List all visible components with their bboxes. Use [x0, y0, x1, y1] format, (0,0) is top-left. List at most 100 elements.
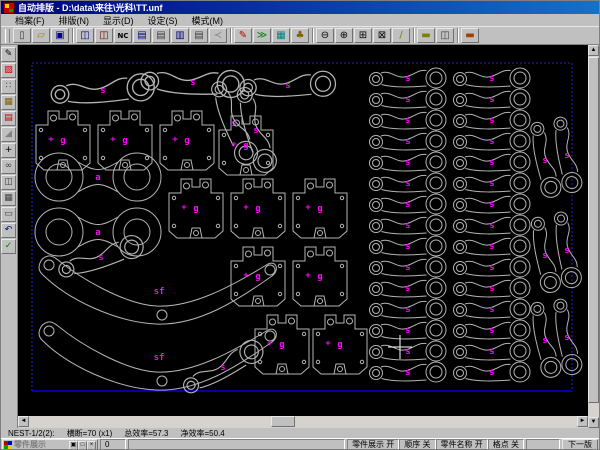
blank-sheet-button[interactable]: ▭ [1, 207, 16, 222]
toolbar-separator [70, 28, 76, 43]
machine-button[interactable]: ♣ [291, 28, 309, 43]
title-bar[interactable]: 自动排版 - D:\data\来往\光科\TT.unf [1, 1, 599, 14]
part-label: s [564, 246, 569, 256]
part-label: s [489, 305, 494, 315]
part-label: s [542, 336, 547, 346]
menu-item-S[interactable]: 设定(S) [141, 14, 185, 27]
menu-item-D[interactable]: 显示(D) [96, 14, 141, 27]
part-origin-mark: + [48, 135, 54, 145]
print-preview-button[interactable]: ▥ [171, 28, 189, 43]
net-efficiency: 净效率=50.4 [181, 428, 225, 439]
part-label: s [405, 347, 410, 357]
undo-button[interactable]: ↶ [1, 223, 16, 238]
print-2-button[interactable]: ▤ [190, 28, 208, 43]
part-window-maximize-button[interactable]: □ [78, 441, 87, 450]
part-label: s [542, 156, 547, 166]
auto-nest-button[interactable]: ≫ [253, 28, 271, 43]
menu-item-M[interactable]: 模式(M) [185, 14, 231, 27]
copy-part-button[interactable]: ◫ [1, 175, 16, 190]
spacer-cell [128, 439, 345, 450]
part-label: s [405, 368, 410, 378]
edit-part-button[interactable]: ✎ [1, 47, 16, 62]
sequence-button[interactable]: ▤ [1, 111, 16, 126]
toolbar-grip[interactable] [5, 29, 10, 43]
zoom-in-button[interactable]: ⊕ [335, 28, 353, 43]
window-title: 自动排版 - D:\data\来往\光科\TT.unf [18, 1, 163, 14]
part-label: g [317, 272, 322, 282]
part-label: s [405, 242, 410, 252]
export-part-button[interactable]: ◫ [95, 28, 113, 43]
scatter-parts-button[interactable]: ∷ [1, 79, 16, 94]
confirm-button[interactable]: ✓ [1, 239, 16, 254]
copy-sheet-button[interactable]: ◫ [436, 28, 454, 43]
edit-button[interactable]: ✎ [234, 28, 252, 43]
nc-preview-button[interactable]: ▤ [133, 28, 151, 43]
chain-parts-button[interactable]: ∞ [1, 159, 16, 174]
new-file-button[interactable]: ▯ [13, 28, 31, 43]
menu-item-F[interactable]: 档案(F) [8, 14, 52, 27]
array-copy-button[interactable]: ▦ [1, 191, 16, 206]
horizontal-scroll-thumb[interactable] [271, 416, 295, 427]
part-label: g [337, 340, 342, 350]
zoom-out-button[interactable]: ⊖ [316, 28, 334, 43]
counter-value: 0 [105, 440, 109, 449]
part-label: s [98, 253, 103, 263]
select-region-button[interactable]: ▨ [1, 63, 16, 78]
part-origin-mark: + [267, 339, 273, 349]
part-label: s [489, 347, 494, 357]
part-label: s [190, 78, 195, 88]
toggle-零件名称[interactable]: 零件名称 开 [436, 439, 488, 450]
open-file-button[interactable]: ▱ [32, 28, 50, 43]
part-window-restore-button[interactable]: ▣ [69, 441, 78, 450]
zoom-all-button[interactable]: ⊠ [373, 28, 391, 43]
part-label: s [405, 200, 410, 210]
scroll-down-button[interactable]: ▼ [588, 417, 599, 428]
sweep-button[interactable]: ◢ [1, 127, 16, 142]
next-sheet-button[interactable]: 下一版 [562, 439, 598, 450]
toggle-零件展示[interactable]: 零件展示 开 [347, 439, 399, 450]
counter-cell: 0 [100, 439, 126, 450]
part-label: g [60, 136, 65, 146]
part-label: g [243, 141, 248, 151]
vertical-scrollbar[interactable]: ▲ ▼ [588, 45, 600, 428]
nc-output-button[interactable]: NC [114, 28, 132, 43]
nesting-canvas[interactable]: sssssssssssssssssssssssssssssssssssssaas… [18, 45, 588, 416]
part-label: s [489, 95, 494, 105]
minimized-part-window[interactable]: 零件展示 ▣□× [2, 439, 98, 450]
part-image-button[interactable]: ▦ [272, 28, 290, 43]
scroll-right-button[interactable]: ► [577, 416, 588, 427]
part-label: g [193, 204, 198, 214]
ruler-button[interactable]: ▬ [417, 28, 435, 43]
import-part-button[interactable]: ◫ [76, 28, 94, 43]
part-label: s [564, 333, 569, 343]
vertical-scroll-thumb[interactable] [588, 57, 599, 403]
part-label: a [95, 173, 100, 183]
menu-item-N[interactable]: 排版(N) [52, 14, 97, 27]
part-label: s [489, 116, 494, 126]
plot-button[interactable]: ≺ [209, 28, 227, 43]
part-label: s [253, 126, 258, 136]
toolbar-separator [455, 28, 461, 43]
zoom-window-button[interactable]: ⊞ [354, 28, 372, 43]
part-label: s [489, 242, 494, 252]
measure-button[interactable]: ∕ [392, 28, 410, 43]
part-label: s [489, 179, 494, 189]
move-part-button[interactable]: + [1, 143, 16, 158]
part-origin-mark: + [305, 203, 311, 213]
horizontal-scrollbar[interactable]: ◄ ► [18, 416, 588, 428]
part-label: s [489, 326, 494, 336]
part-window-title: 零件展示 [14, 439, 67, 450]
scroll-up-button[interactable]: ▲ [588, 45, 599, 56]
part-label: s [405, 263, 410, 273]
part-label: s [405, 95, 410, 105]
part-label: a [95, 228, 100, 238]
ruler-2-button[interactable]: ▬ [461, 28, 479, 43]
part-window-close-button[interactable]: × [87, 441, 96, 450]
scroll-left-button[interactable]: ◄ [18, 416, 29, 427]
app-icon [3, 2, 15, 14]
save-file-button[interactable]: ▣ [51, 28, 69, 43]
print-button[interactable]: ▤ [152, 28, 170, 43]
toggle-顺序[interactable]: 顺序 关 [399, 439, 435, 450]
group-parts-button[interactable]: ▦ [1, 95, 16, 110]
toggle-格点[interactable]: 格点 关 [488, 439, 524, 450]
